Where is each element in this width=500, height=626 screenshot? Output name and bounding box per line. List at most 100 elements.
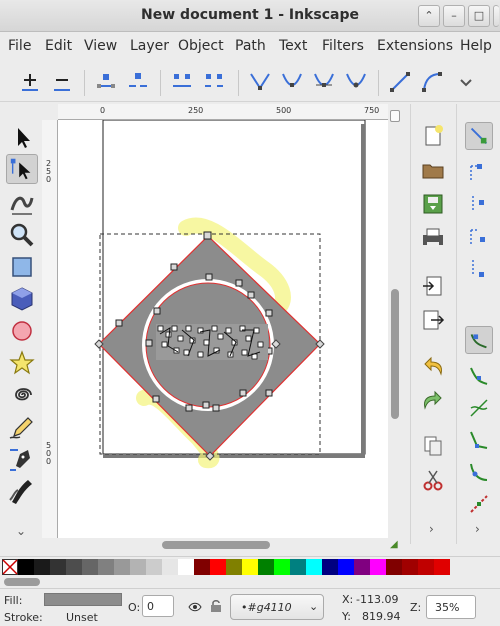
lock-icon[interactable] bbox=[210, 599, 222, 613]
redo-icon[interactable] bbox=[419, 386, 447, 414]
snap-nodes-button[interactable] bbox=[465, 326, 493, 354]
close-button[interactable] bbox=[493, 5, 499, 27]
menu-extensions[interactable]: Extensions bbox=[377, 38, 453, 54]
palette-swatch[interactable] bbox=[354, 559, 370, 575]
delete-segment-icon[interactable] bbox=[202, 70, 226, 94]
chevron-right-icon[interactable]: › bbox=[475, 522, 480, 536]
palette-swatch[interactable] bbox=[418, 559, 434, 575]
make-auto-smooth-icon[interactable] bbox=[344, 70, 368, 94]
make-cusp-icon[interactable] bbox=[248, 70, 272, 94]
import-icon[interactable] bbox=[419, 272, 447, 300]
snap-enable-button[interactable] bbox=[465, 122, 493, 150]
palette-swatch[interactable] bbox=[178, 559, 194, 575]
palette-swatch[interactable] bbox=[242, 559, 258, 575]
palette-swatch[interactable] bbox=[322, 559, 338, 575]
menu-text[interactable]: Text bbox=[279, 38, 307, 54]
ellipse-tool-icon[interactable] bbox=[6, 316, 38, 346]
print-document-icon[interactable] bbox=[419, 224, 447, 252]
tweak-tool-icon[interactable] bbox=[6, 188, 38, 218]
snap-path-icon[interactable] bbox=[465, 362, 493, 390]
palette-swatch[interactable] bbox=[130, 559, 146, 575]
palette-scroll-thumb[interactable] bbox=[4, 578, 40, 586]
palette-swatch[interactable] bbox=[434, 559, 450, 575]
delete-node-icon[interactable] bbox=[50, 70, 74, 94]
palette-swatch[interactable] bbox=[290, 559, 306, 575]
make-smooth-icon[interactable] bbox=[280, 70, 304, 94]
chevron-right-icon[interactable]: › bbox=[429, 522, 434, 536]
snap-cusp-icon[interactable] bbox=[465, 426, 493, 454]
menu-view[interactable]: View bbox=[84, 38, 117, 54]
chevron-down-icon[interactable] bbox=[454, 70, 478, 94]
palette-swatch[interactable] bbox=[34, 559, 50, 575]
palette-swatch[interactable] bbox=[162, 559, 178, 575]
undo-icon[interactable] bbox=[419, 352, 447, 380]
chevron-down-icon[interactable]: ⌄ bbox=[16, 524, 26, 538]
menu-layer[interactable]: Layer bbox=[130, 38, 169, 54]
menu-path[interactable]: Path bbox=[235, 38, 266, 54]
join-endnodes-segment-icon[interactable] bbox=[170, 70, 194, 94]
palette-swatch[interactable] bbox=[146, 559, 162, 575]
new-document-icon[interactable] bbox=[419, 122, 447, 150]
snap-path-intersection-icon[interactable] bbox=[465, 394, 493, 422]
palette-swatch[interactable] bbox=[402, 559, 418, 575]
palette-swatch[interactable] bbox=[194, 559, 210, 575]
palette-swatch[interactable] bbox=[98, 559, 114, 575]
palette-swatch[interactable] bbox=[370, 559, 386, 575]
vertical-scrollbar[interactable] bbox=[388, 104, 402, 552]
eye-icon[interactable] bbox=[188, 601, 202, 613]
star-tool-icon[interactable] bbox=[6, 348, 38, 378]
break-path-icon[interactable] bbox=[126, 70, 150, 94]
selector-tool-icon[interactable] bbox=[6, 122, 38, 152]
palette-swatch[interactable] bbox=[114, 559, 130, 575]
snap-bbox-edge-icon[interactable] bbox=[465, 190, 493, 218]
menu-filters[interactable]: Filters bbox=[322, 38, 364, 54]
make-curve-icon[interactable] bbox=[420, 70, 444, 94]
make-line-icon[interactable] bbox=[388, 70, 412, 94]
chevron-up-icon[interactable]: ⌃ bbox=[418, 5, 440, 27]
palette-swatch[interactable] bbox=[226, 559, 242, 575]
menu-edit[interactable]: Edit bbox=[45, 38, 72, 54]
palette-swatch[interactable] bbox=[210, 559, 226, 575]
3d-box-tool-icon[interactable] bbox=[6, 284, 38, 314]
insert-node-icon[interactable] bbox=[18, 70, 42, 94]
palette-swatch[interactable] bbox=[274, 559, 290, 575]
save-document-icon[interactable] bbox=[419, 190, 447, 218]
opacity-input[interactable]: 0 bbox=[142, 595, 174, 617]
make-symmetric-icon[interactable] bbox=[312, 70, 336, 94]
open-document-icon[interactable] bbox=[419, 156, 447, 184]
palette-swatch[interactable] bbox=[386, 559, 402, 575]
palette-swatch[interactable] bbox=[18, 559, 34, 575]
palette-swatch[interactable] bbox=[66, 559, 82, 575]
horizontal-scrollbar[interactable]: ◢ bbox=[58, 538, 398, 552]
zoom-tool-icon[interactable] bbox=[6, 220, 38, 250]
export-icon[interactable] bbox=[419, 306, 447, 334]
palette-swatch[interactable] bbox=[50, 559, 66, 575]
menu-file[interactable]: File bbox=[8, 38, 31, 54]
menu-help[interactable]: Help bbox=[460, 38, 492, 54]
rectangle-tool-icon[interactable] bbox=[6, 252, 38, 282]
stroke-value[interactable]: Unset bbox=[66, 611, 98, 624]
snap-smooth-icon[interactable] bbox=[465, 458, 493, 486]
calligraphy-tool-icon[interactable] bbox=[6, 476, 38, 506]
snap-midpoint-icon[interactable] bbox=[465, 490, 493, 518]
pencil-tool-icon[interactable] bbox=[6, 412, 38, 442]
layer-selector[interactable]: •#g4110 ⌄ bbox=[230, 594, 324, 620]
spiral-tool-icon[interactable] bbox=[6, 380, 38, 410]
cut-icon[interactable] bbox=[419, 466, 447, 494]
horizontal-scroll-thumb[interactable] bbox=[162, 541, 270, 549]
menu-object[interactable]: Object bbox=[178, 38, 224, 54]
palette-swatch[interactable] bbox=[82, 559, 98, 575]
pen-tool-icon[interactable] bbox=[6, 444, 38, 474]
palette-swatch[interactable] bbox=[306, 559, 322, 575]
palette-swatch[interactable] bbox=[338, 559, 354, 575]
palette-swatch[interactable] bbox=[258, 559, 274, 575]
snap-bbox-corner-icon[interactable] bbox=[465, 222, 493, 250]
palette-scrollbar[interactable] bbox=[4, 578, 494, 586]
vertical-scroll-thumb[interactable] bbox=[391, 289, 399, 419]
maximize-button[interactable]: □ bbox=[468, 5, 490, 27]
fill-indicator[interactable] bbox=[44, 593, 122, 606]
drawing-canvas[interactable] bbox=[58, 120, 388, 538]
snap-bbox-icon[interactable] bbox=[465, 158, 493, 186]
copy-icon[interactable] bbox=[419, 432, 447, 460]
no-paint-swatch[interactable] bbox=[2, 559, 18, 575]
